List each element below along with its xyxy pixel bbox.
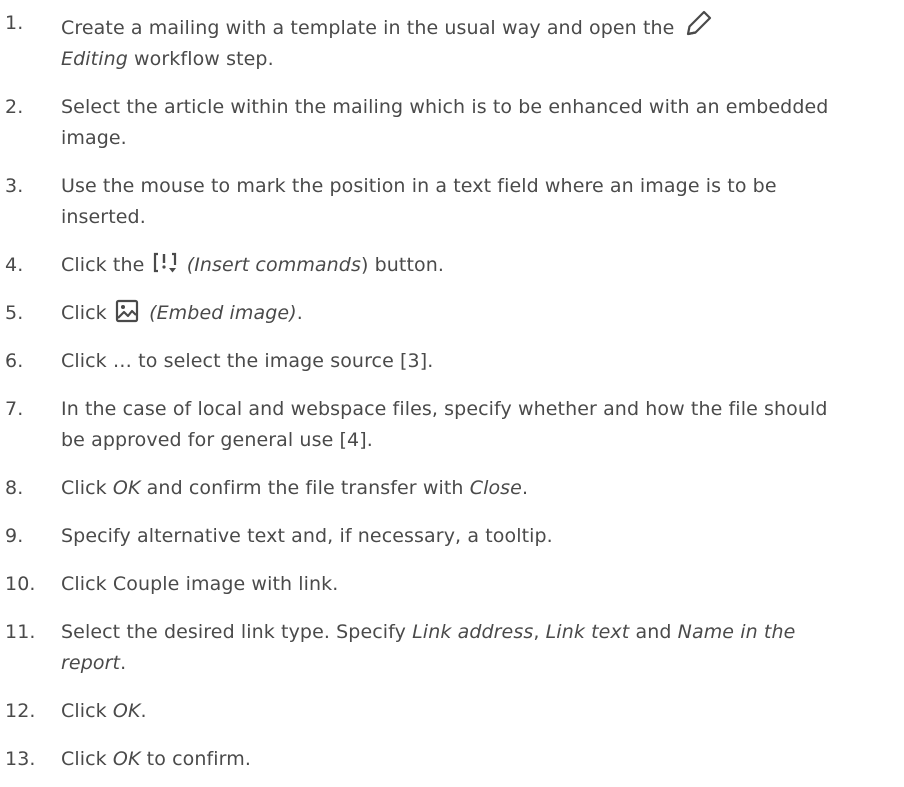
step-10: 10. Click Couple image with link.: [0, 569, 904, 600]
instruction-steps: 1. Create a mailing with a template in t…: [0, 8, 904, 775]
step-text: Specify alternative text and, if necessa…: [61, 525, 553, 547]
step-text: Click: [61, 700, 113, 722]
step-number: 9.: [5, 525, 24, 547]
step-text: Click: [61, 748, 113, 770]
step-text-emphasis: Link text: [545, 621, 630, 643]
step-text: Click: [61, 302, 107, 324]
step-number: 11.: [5, 621, 36, 643]
step-13: 13. Click OK to confirm.: [0, 744, 904, 775]
step-text: .: [140, 700, 147, 722]
step-number: 4.: [5, 254, 24, 276]
step-text-emphasis: (Embed image): [149, 302, 297, 324]
step-number: 5.: [5, 302, 24, 324]
step-text-emphasis: Close: [469, 477, 522, 499]
step-text: to confirm.: [140, 748, 252, 770]
step-number: 3.: [5, 175, 24, 197]
step-text: Use the mouse to mark the position in a …: [61, 175, 777, 228]
step-text: .: [296, 302, 303, 324]
step-text: .: [521, 477, 529, 499]
step-text: workflow step.: [127, 48, 274, 70]
step-6: 6. Click … to select the image source [3…: [0, 346, 904, 377]
step-text-emphasis: Link address: [412, 621, 534, 643]
step-number: 1.: [5, 12, 24, 34]
step-4: 4. Click the (Insert commands) button.: [0, 250, 904, 281]
step-number: 12.: [5, 700, 36, 722]
step-number: 7.: [5, 398, 24, 420]
insert-commands-icon: [153, 251, 177, 275]
step-text: ,: [533, 621, 546, 643]
step-text: .: [120, 652, 127, 674]
step-7: 7. In the case of local and webspace fil…: [0, 394, 904, 456]
step-text-emphasis: Editing: [61, 48, 128, 70]
step-text: Click Couple image with link.: [61, 573, 339, 595]
step-8: 8. Click OK and confirm the file transfe…: [0, 473, 904, 504]
step-text: Select the desired link type. Specify: [61, 621, 413, 643]
step-number: 2.: [5, 96, 24, 118]
step-text: Select the article within the mailing wh…: [61, 96, 829, 149]
step-12: 12. Click OK.: [0, 696, 904, 727]
step-text-emphasis: (Insert commands: [186, 254, 361, 276]
step-text: and: [629, 621, 678, 643]
step-number: 6.: [5, 350, 24, 372]
step-text: In the case of local and webspace files,…: [61, 398, 828, 451]
pencil-icon: [683, 8, 713, 38]
step-text: Create a mailing with a template in the …: [61, 17, 675, 39]
step-text: Click … to select the image source [3].: [61, 350, 434, 372]
step-2: 2. Select the article within the mailing…: [0, 92, 904, 154]
step-1: 1. Create a mailing with a template in t…: [0, 8, 904, 75]
step-text: and confirm the file transfer with: [140, 477, 470, 499]
step-text: ) button.: [360, 254, 445, 276]
step-number: 13.: [5, 748, 36, 770]
step-text: Click the: [61, 254, 145, 276]
step-9: 9. Specify alternative text and, if nece…: [0, 521, 904, 552]
step-number: 8.: [5, 477, 24, 499]
image-icon: [115, 299, 139, 323]
step-text: Click: [61, 477, 113, 499]
step-11: 11. Select the desired link type. Specif…: [0, 617, 904, 679]
step-text-emphasis: OK: [112, 700, 141, 722]
step-5: 5. Click (Embed image).: [0, 298, 904, 329]
step-text-emphasis: OK: [112, 748, 141, 770]
step-number: 10.: [5, 573, 36, 595]
step-3: 3. Use the mouse to mark the position in…: [0, 171, 904, 233]
step-text-emphasis: OK: [112, 477, 141, 499]
